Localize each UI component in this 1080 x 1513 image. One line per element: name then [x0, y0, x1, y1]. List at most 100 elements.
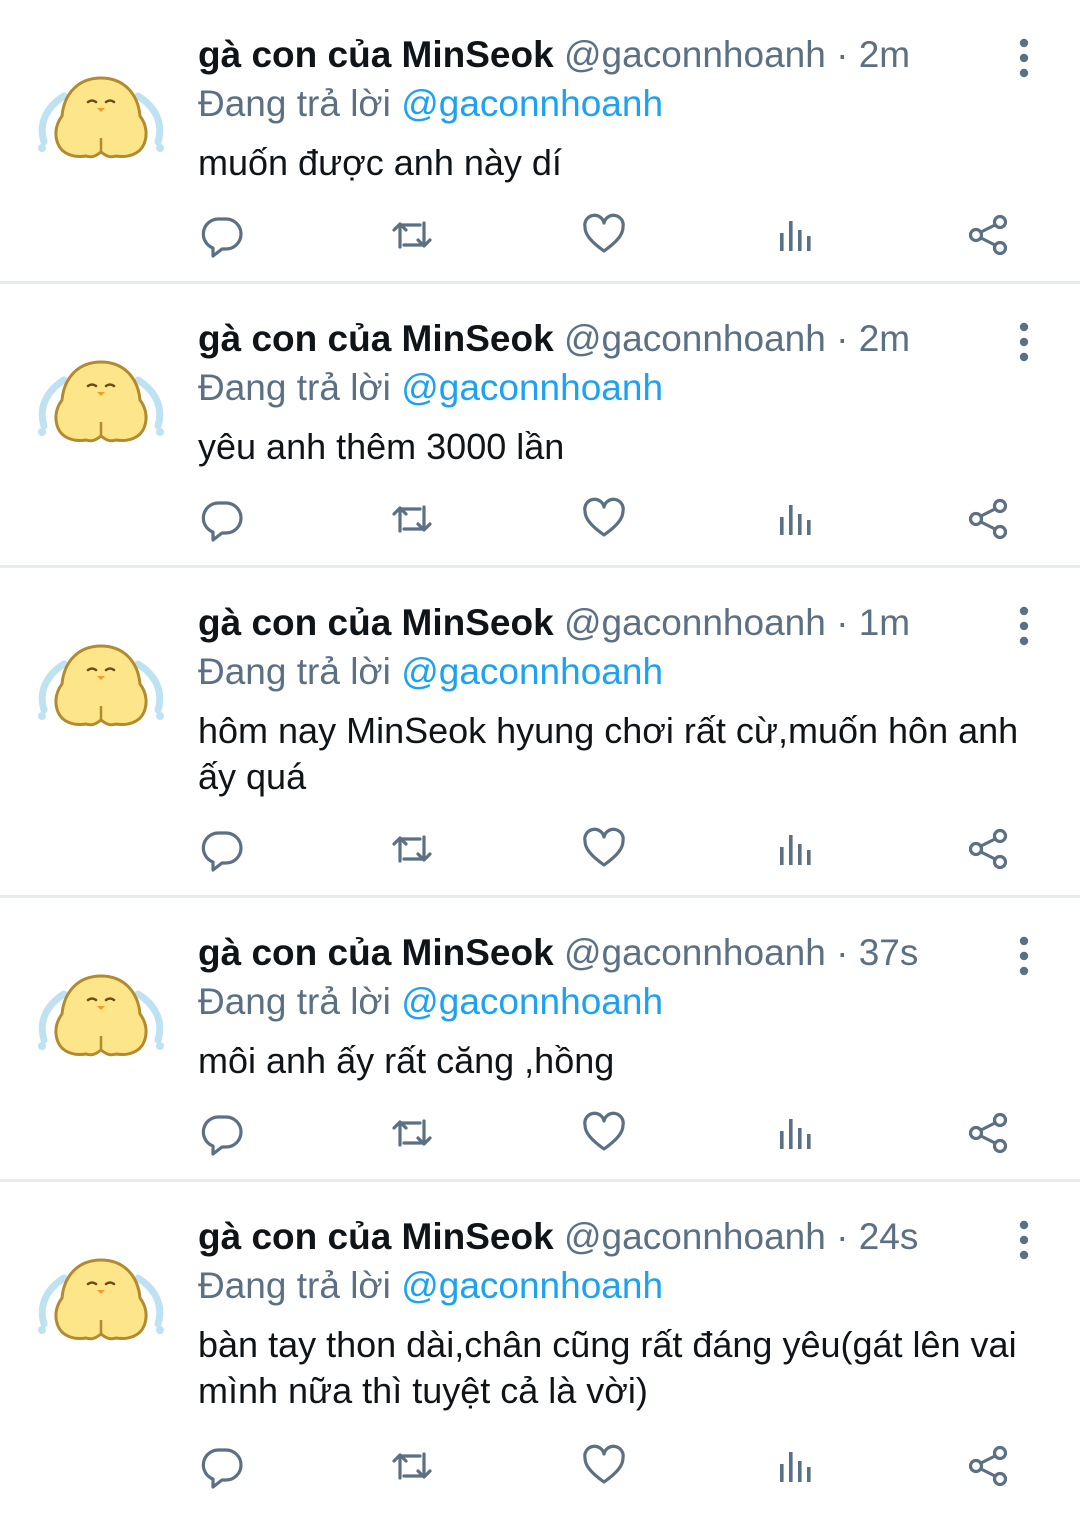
- like-button[interactable]: [580, 825, 628, 873]
- reply-icon: [198, 501, 246, 547]
- tweet-text: hôm nay MinSeok hyung chơi rất cừ,muốn h…: [198, 710, 1019, 797]
- more-options-icon[interactable]: [1012, 1220, 1036, 1260]
- share-button[interactable]: [964, 1109, 1012, 1157]
- like-button[interactable]: [580, 495, 628, 543]
- separator-dot: ·: [836, 34, 849, 75]
- tweet-header: gà con của MinSeok @gaconnhoanh · 1m: [198, 598, 1020, 648]
- avatar[interactable]: [34, 1254, 168, 1346]
- separator-dot: ·: [836, 602, 849, 643]
- timestamp[interactable]: 37s: [859, 932, 919, 973]
- analytics-button[interactable]: [772, 495, 820, 543]
- tweet-content: gà con của MinSeok @gaconnhoanh · 1m Đan…: [198, 598, 1020, 800]
- tweet[interactable]: gà con của MinSeok @gaconnhoanh · 37s Đa…: [0, 898, 1080, 1182]
- reply-context: Đang trả lời @gaconnhoanh: [198, 648, 1020, 696]
- reply-icon: [198, 1115, 246, 1161]
- avatar[interactable]: [34, 356, 168, 448]
- display-name[interactable]: gà con của MinSeok: [198, 1216, 554, 1257]
- reply-mention-link[interactable]: @gaconnhoanh: [401, 981, 663, 1022]
- share-button[interactable]: [964, 825, 1012, 873]
- tweet-header: gà con của MinSeok @gaconnhoanh · 2m: [198, 314, 1020, 364]
- analytics-button[interactable]: [772, 211, 820, 259]
- display-name[interactable]: gà con của MinSeok: [198, 318, 554, 359]
- timestamp[interactable]: 2m: [859, 318, 910, 359]
- reply-button[interactable]: [198, 1442, 246, 1490]
- analytics-button[interactable]: [772, 1442, 820, 1490]
- reply-prefix: Đang trả lời: [198, 981, 391, 1022]
- like-button[interactable]: [580, 1442, 628, 1490]
- share-button[interactable]: [964, 1442, 1012, 1490]
- tweet[interactable]: gà con của MinSeok @gaconnhoanh · 24s Đa…: [0, 1182, 1080, 1512]
- tweet-actions: [198, 211, 1018, 261]
- tweet-content: gà con của MinSeok @gaconnhoanh · 24s Đa…: [198, 1212, 1020, 1414]
- avatar[interactable]: [34, 640, 168, 732]
- tweet-text: môi anh ấy rất căng ,hồng: [198, 1040, 615, 1081]
- share-button[interactable]: [964, 495, 1012, 543]
- avatar[interactable]: [34, 970, 168, 1062]
- like-button[interactable]: [580, 1109, 628, 1157]
- timestamp[interactable]: 2m: [859, 34, 910, 75]
- retweet-button[interactable]: [388, 495, 436, 543]
- separator-dot: ·: [836, 318, 849, 359]
- avatar[interactable]: [34, 72, 168, 164]
- reply-context: Đang trả lời @gaconnhoanh: [198, 1262, 1020, 1310]
- analytics-button[interactable]: [772, 1109, 820, 1157]
- tweet[interactable]: gà con của MinSeok @gaconnhoanh · 2m Đan…: [0, 0, 1080, 284]
- retweet-button[interactable]: [388, 1109, 436, 1157]
- reply-context: Đang trả lời @gaconnhoanh: [198, 364, 1020, 412]
- timestamp[interactable]: 24s: [859, 1216, 919, 1257]
- tweet-header: gà con của MinSeok @gaconnhoanh · 2m: [198, 30, 1020, 80]
- user-handle[interactable]: @gaconnhoanh: [564, 932, 826, 973]
- tweet-text: bàn tay thon dài,chân cũng rất đáng yêu(…: [198, 1324, 1017, 1411]
- tweet[interactable]: gà con của MinSeok @gaconnhoanh · 2m Đan…: [0, 284, 1080, 568]
- reply-context: Đang trả lời @gaconnhoanh: [198, 80, 1020, 128]
- reply-button[interactable]: [198, 825, 246, 873]
- user-handle[interactable]: @gaconnhoanh: [564, 1216, 826, 1257]
- share-icon: [964, 214, 1012, 263]
- display-name[interactable]: gà con của MinSeok: [198, 34, 554, 75]
- reply-mention-link[interactable]: @gaconnhoanh: [401, 83, 663, 124]
- more-options-icon[interactable]: [1012, 606, 1036, 646]
- reply-mention-link[interactable]: @gaconnhoanh: [401, 651, 663, 692]
- retweet-icon: [388, 1452, 436, 1494]
- tweet[interactable]: gà con của MinSeok @gaconnhoanh · 1m Đan…: [0, 568, 1080, 898]
- tweet-actions: [198, 1109, 1018, 1159]
- reply-icon: [198, 1448, 246, 1494]
- reply-prefix: Đang trả lời: [198, 1265, 391, 1306]
- timestamp[interactable]: 1m: [859, 602, 910, 643]
- display-name[interactable]: gà con của MinSeok: [198, 602, 554, 643]
- reply-mention-link[interactable]: @gaconnhoanh: [401, 367, 663, 408]
- reply-button[interactable]: [198, 211, 246, 259]
- display-name[interactable]: gà con của MinSeok: [198, 932, 554, 973]
- share-icon: [964, 1112, 1012, 1161]
- like-icon: [580, 1111, 628, 1161]
- reply-icon: [198, 831, 246, 877]
- separator-dot: ·: [836, 1216, 849, 1257]
- user-handle[interactable]: @gaconnhoanh: [564, 34, 826, 75]
- tweet-actions: [198, 495, 1018, 545]
- reply-mention-link[interactable]: @gaconnhoanh: [401, 1265, 663, 1306]
- retweet-icon: [388, 835, 436, 877]
- share-icon: [964, 498, 1012, 547]
- more-options-icon[interactable]: [1012, 936, 1036, 976]
- reply-button[interactable]: [198, 1109, 246, 1157]
- more-options-icon[interactable]: [1012, 38, 1036, 78]
- retweet-icon: [388, 221, 436, 263]
- reply-prefix: Đang trả lời: [198, 367, 391, 408]
- share-icon: [964, 1445, 1012, 1494]
- tweet-text: yêu anh thêm 3000 lần: [198, 426, 565, 467]
- share-button[interactable]: [964, 211, 1012, 259]
- more-options-icon[interactable]: [1012, 322, 1036, 362]
- retweet-button[interactable]: [388, 211, 436, 259]
- like-icon: [580, 827, 628, 877]
- analytics-button[interactable]: [772, 825, 820, 873]
- user-handle[interactable]: @gaconnhoanh: [564, 318, 826, 359]
- user-handle[interactable]: @gaconnhoanh: [564, 602, 826, 643]
- like-button[interactable]: [580, 211, 628, 259]
- tweet-text: muốn được anh này dí: [198, 142, 562, 183]
- reply-icon: [198, 217, 246, 263]
- tweet-actions: [198, 1442, 1018, 1492]
- reply-button[interactable]: [198, 495, 246, 543]
- retweet-button[interactable]: [388, 825, 436, 873]
- tweet-header: gà con của MinSeok @gaconnhoanh · 37s: [198, 928, 1020, 978]
- retweet-button[interactable]: [388, 1442, 436, 1490]
